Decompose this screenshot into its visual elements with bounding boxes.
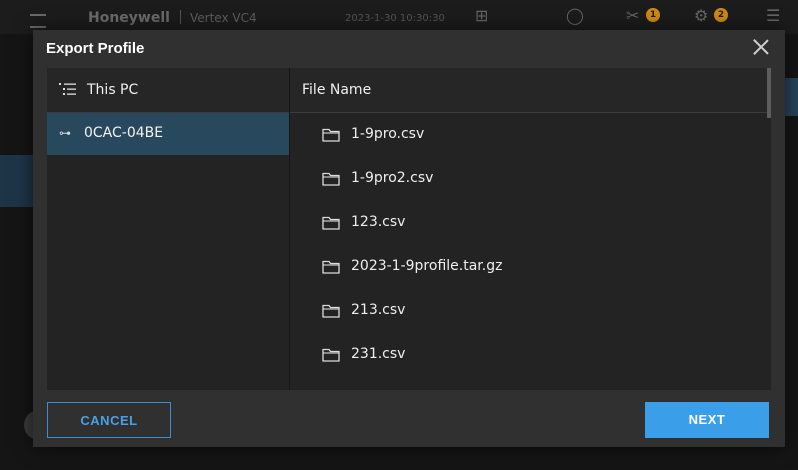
- file-row[interactable]: 1-9pro2.csv: [290, 157, 760, 201]
- file-browser: This PC ⊶ 0CAC-04BE File Name 1-9pro.csv…: [47, 68, 771, 390]
- alarm-badge: 2: [714, 8, 728, 22]
- file-name-column-header: File Name: [302, 82, 372, 98]
- drive-item[interactable]: ⊶ 0CAC-04BE: [47, 113, 289, 155]
- folder-icon: [322, 348, 340, 362]
- close-icon[interactable]: [751, 37, 771, 57]
- location-pane: This PC ⊶ 0CAC-04BE: [47, 68, 290, 390]
- file-list-pane: File Name 1-9pro.csv 1-9pro2.csv 123.csv…: [290, 68, 771, 390]
- scrollbar[interactable]: [767, 68, 771, 118]
- file-name: 1-9pro2.csv: [351, 170, 434, 186]
- file-row[interactable]: 123.csv: [290, 201, 760, 245]
- file-name: 1-9pro.csv: [351, 126, 425, 142]
- file-name: 231.csv: [351, 346, 406, 362]
- dialog-title: Export Profile: [46, 40, 145, 57]
- folder-icon: [322, 304, 340, 318]
- bell-icon[interactable]: ◯: [566, 8, 584, 24]
- brand-logo: Honeywell: [88, 10, 170, 26]
- list-icon[interactable]: ☰: [766, 8, 780, 24]
- file-name: 2023-1-9profile.tar.gz: [351, 258, 503, 274]
- file-name: 123.csv: [351, 214, 406, 230]
- tools-badge: 1: [646, 8, 660, 22]
- alarm-icon[interactable]: ⚙: [694, 8, 708, 24]
- location-header[interactable]: This PC: [47, 68, 289, 113]
- tree-list-icon: [59, 83, 76, 95]
- network-icon[interactable]: ⊞: [475, 8, 488, 24]
- product-name: Vertex VC4: [190, 11, 257, 25]
- file-name: 213.csv: [351, 302, 406, 318]
- background-nav-item: [0, 155, 36, 207]
- folder-icon: [322, 216, 340, 230]
- file-row-partial[interactable]: [290, 377, 760, 390]
- next-button[interactable]: NEXT: [645, 402, 769, 438]
- file-row[interactable]: 213.csv: [290, 289, 760, 333]
- export-profile-dialog: Export Profile This PC ⊶ 0CAC-04BE File …: [33, 30, 785, 447]
- file-row[interactable]: 231.csv: [290, 333, 760, 377]
- folder-icon: [322, 172, 340, 186]
- cancel-button[interactable]: CANCEL: [47, 402, 171, 438]
- datetime-display: 2023-1-30 10:30:30: [345, 13, 445, 24]
- usb-icon: ⊶: [59, 126, 71, 140]
- folder-icon: [322, 128, 340, 142]
- file-row[interactable]: 2023-1-9profile.tar.gz: [290, 245, 760, 289]
- folder-icon: [322, 260, 340, 274]
- app-header: Honeywell Vertex VC4 2023-1-30 10:30:30 …: [0, 0, 798, 34]
- header-divider: [180, 10, 181, 24]
- file-row[interactable]: 1-9pro.csv: [290, 113, 760, 157]
- menu-icon[interactable]: [30, 14, 46, 28]
- file-list-header: File Name: [290, 68, 771, 113]
- this-pc-label: This PC: [87, 82, 139, 98]
- drive-label: 0CAC-04BE: [84, 125, 164, 141]
- tools-icon[interactable]: ✂: [626, 8, 639, 24]
